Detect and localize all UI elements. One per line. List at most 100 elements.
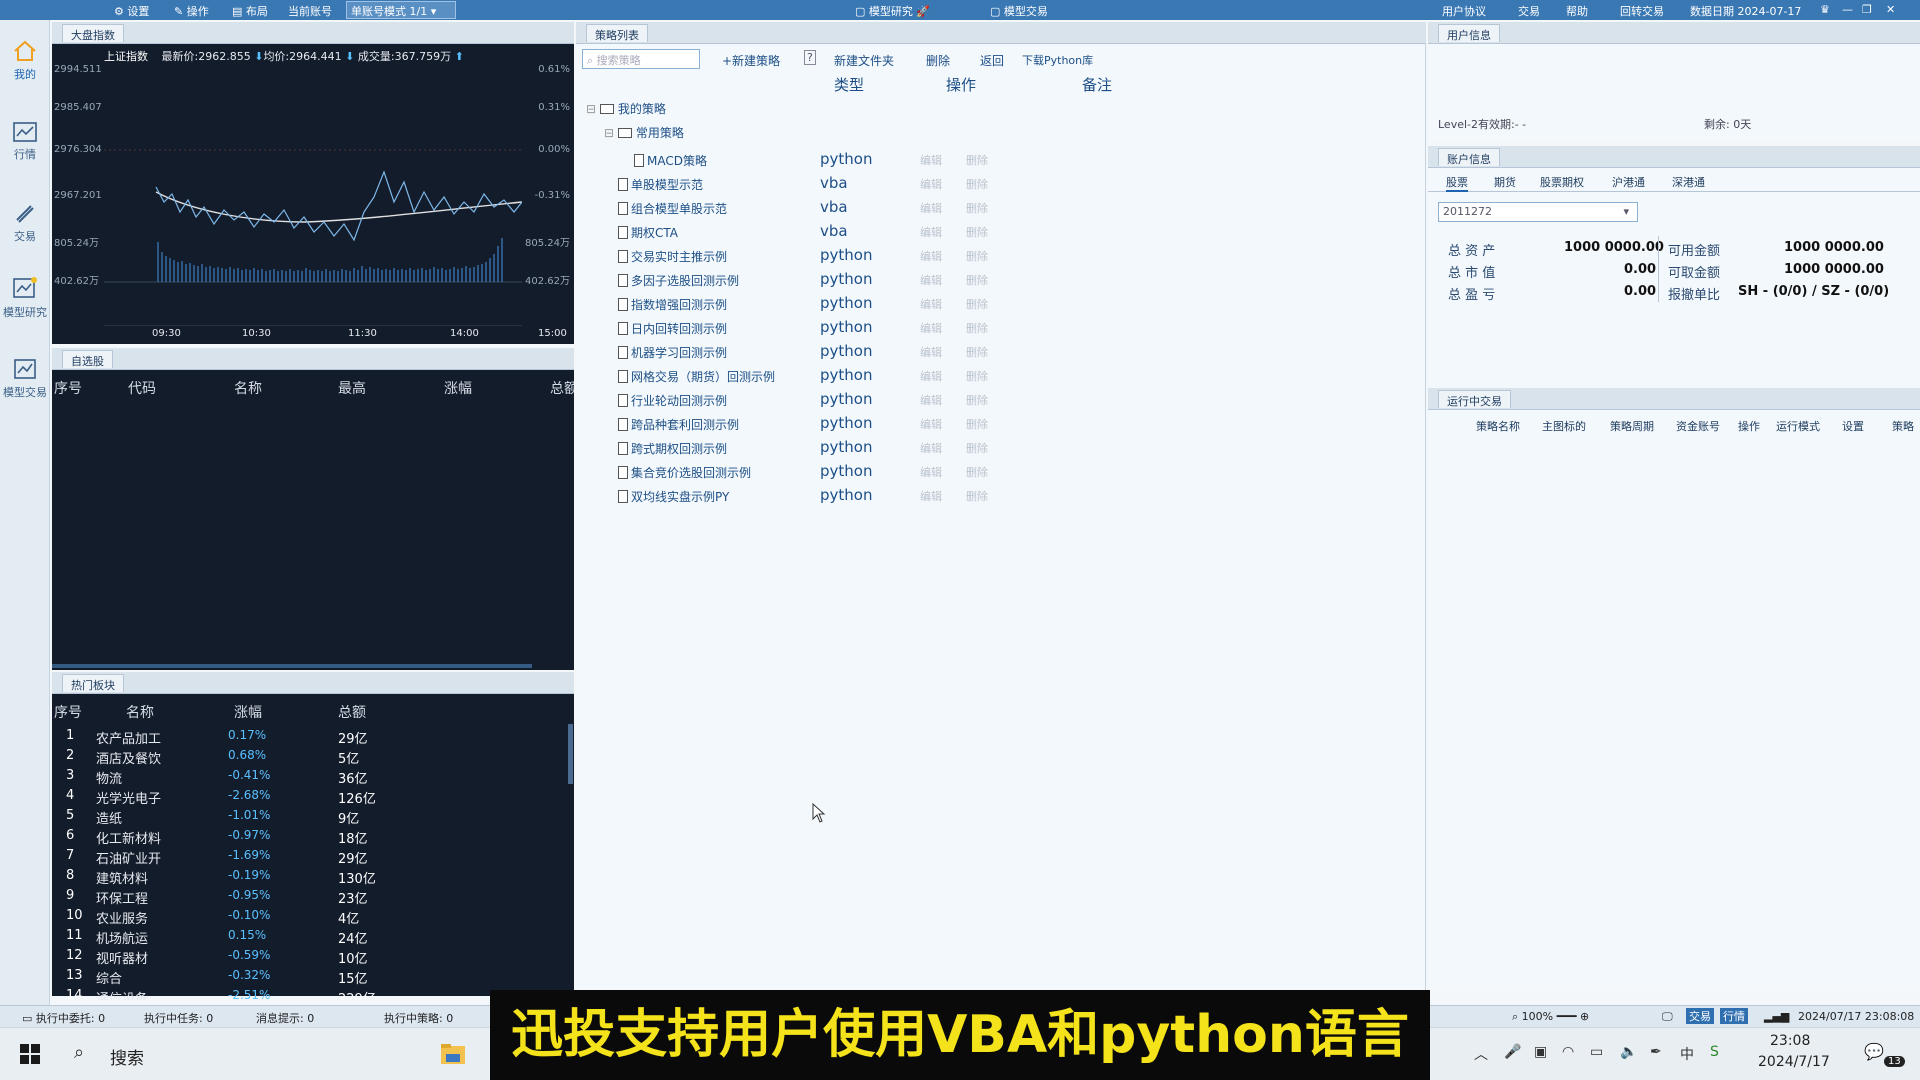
subtab-szhk[interactable]: 深港通 [1672, 174, 1705, 190]
hot-sector-row[interactable]: 5 造纸 -1.01% 9亿 [52, 808, 572, 828]
strategy-item[interactable]: 交易实时主推示例 python 编辑 删除 [618, 244, 1058, 268]
delete-row-button[interactable]: 删除 [966, 248, 988, 264]
hot-sector-row[interactable]: 7 石油矿业开 -1.69% 29亿 [52, 848, 572, 868]
taskbar-search-icon[interactable]: ⌕ [74, 1042, 84, 1063]
download-python-button[interactable]: 下载Python库 [1022, 52, 1093, 68]
run-col-3[interactable]: 资金账号 [1676, 418, 1720, 434]
delete-row-button[interactable]: 删除 [966, 176, 988, 192]
new-strategy-button[interactable]: +新建策略 [722, 52, 780, 69]
wl-col-amt[interactable]: 总额 [550, 378, 574, 398]
run-col-1[interactable]: 主图标的 [1542, 418, 1586, 434]
hs-col-amt[interactable]: 总额 [338, 702, 366, 722]
run-col-6[interactable]: 设置 [1842, 418, 1864, 434]
account-info-tab[interactable]: 账户信息 [1438, 148, 1500, 166]
nav-model-trading[interactable]: 模型交易 [0, 358, 50, 400]
strategy-search-input[interactable]: ⌕ 搜索策略 [582, 49, 700, 69]
run-col-0[interactable]: 策略名称 [1476, 418, 1520, 434]
tree-root[interactable]: ⊟ 我的策略 [586, 100, 666, 117]
delete-row-button[interactable]: 删除 [966, 224, 988, 240]
strategy-item[interactable]: MACD策略 python 编辑 删除 [634, 148, 1074, 172]
trade-status-button[interactable]: 交易 [1686, 1008, 1714, 1024]
hot-sectors-tab[interactable]: 热门板块 [62, 674, 124, 692]
user-info-tab[interactable]: 用户信息 [1438, 24, 1500, 42]
strategy-item[interactable]: 行业轮动回测示例 python 编辑 删除 [618, 388, 1058, 412]
delete-row-button[interactable]: 删除 [966, 368, 988, 384]
close-icon[interactable]: ✕ [1886, 3, 1895, 16]
wl-col-code[interactable]: 代码 [128, 378, 156, 398]
zoom-level[interactable]: ⌕ 100% ━━━ ⊕ [1512, 1010, 1589, 1024]
subtab-futures[interactable]: 期货 [1494, 174, 1516, 190]
strategy-item[interactable]: 期权CTA vba 编辑 删除 [618, 220, 1058, 244]
strategy-item[interactable]: 单股模型示范 vba 编辑 删除 [618, 172, 1058, 196]
skin-icon[interactable]: ♛ [1820, 3, 1830, 16]
delete-row-button[interactable]: 删除 [966, 392, 988, 408]
edit-button[interactable]: 编辑 [920, 224, 942, 240]
strategy-item[interactable]: 网格交易（期货）回测示例 python 编辑 删除 [618, 364, 1058, 388]
strategy-item[interactable]: 跨品种套利回测示例 python 编辑 删除 [618, 412, 1058, 436]
edit-button[interactable]: 编辑 [920, 152, 942, 168]
nav-quote[interactable]: 行情 [0, 122, 50, 162]
windows-start-icon[interactable] [20, 1044, 40, 1064]
quote-status-button[interactable]: 行情 [1720, 1008, 1748, 1024]
hot-sector-row[interactable]: 10 农业服务 -0.10% 4亿 [52, 908, 572, 928]
strategy-item[interactable]: 指数增强回测示例 python 编辑 删除 [618, 292, 1058, 316]
minimize-icon[interactable]: — [1842, 3, 1853, 16]
taskbar-date[interactable]: 2024/7/17 [1758, 1054, 1830, 1070]
wl-col-name[interactable]: 名称 [234, 378, 262, 398]
edit-button[interactable]: 编辑 [920, 440, 942, 456]
hot-sector-row[interactable]: 12 视听器材 -0.59% 10亿 [52, 948, 572, 968]
hs-col-idx[interactable]: 序号 [54, 702, 82, 722]
edit-button[interactable]: 编辑 [920, 248, 942, 264]
tray-app-icon[interactable]: ▣ [1534, 1044, 1547, 1060]
edit-button[interactable]: 编辑 [920, 392, 942, 408]
taskbar-search[interactable]: 搜索 [110, 1044, 144, 1069]
wl-col-high[interactable]: 最高 [338, 378, 366, 398]
hot-sector-row[interactable]: 6 化工新材料 -0.97% 18亿 [52, 828, 572, 848]
run-col-5[interactable]: 运行模式 [1776, 418, 1820, 434]
security-icon[interactable]: S [1710, 1044, 1719, 1060]
back-button[interactable]: 返回 [980, 52, 1004, 69]
edit-button[interactable]: 编辑 [920, 296, 942, 312]
subtab-stock[interactable]: 股票 [1446, 174, 1468, 192]
hot-sector-row[interactable]: 3 物流 -0.41% 36亿 [52, 768, 572, 788]
edit-button[interactable]: 编辑 [920, 344, 942, 360]
strategy-item[interactable]: 组合模型单股示范 vba 编辑 删除 [618, 196, 1058, 220]
watchlist-tab[interactable]: 自选股 [62, 350, 113, 368]
edit-button[interactable]: 编辑 [920, 200, 942, 216]
edit-button[interactable]: 编辑 [920, 176, 942, 192]
strategy-item[interactable]: 机器学习回测示例 python 编辑 删除 [618, 340, 1058, 364]
operate-menu[interactable]: ✎ 操作 [174, 3, 209, 19]
hot-sector-row[interactable]: 9 环保工程 -0.95% 23亿 [52, 888, 572, 908]
mic-icon[interactable]: 🎤 [1504, 1044, 1521, 1060]
nav-mine[interactable]: 我的 [0, 40, 50, 82]
nav-model-research[interactable]: 模型研究 [0, 276, 50, 320]
strategy-item[interactable]: 多因子选股回测示例 python 编辑 删除 [618, 268, 1058, 292]
monitor-icon[interactable]: 🖵 [1662, 1010, 1673, 1024]
taskbar-time[interactable]: 23:08 [1770, 1033, 1810, 1049]
edit-button[interactable]: 编辑 [920, 464, 942, 480]
pen-tray-icon[interactable]: ✒ [1650, 1044, 1662, 1060]
delete-row-button[interactable]: 删除 [966, 344, 988, 360]
delete-row-button[interactable]: 删除 [966, 296, 988, 312]
strategy-item[interactable]: 跨式期权回测示例 python 编辑 删除 [618, 436, 1058, 460]
layout-menu[interactable]: ▤ 布局 [232, 3, 268, 19]
hot-sector-row[interactable]: 13 综合 -0.32% 15亿 [52, 968, 572, 988]
trade-menu[interactable]: 交易 [1518, 3, 1540, 19]
edit-button[interactable]: 编辑 [920, 416, 942, 432]
nav-trade[interactable]: 交易 [0, 202, 50, 244]
battery-icon[interactable]: ▭ [1590, 1044, 1603, 1060]
notification-icon[interactable]: 💬 [1864, 1042, 1884, 1061]
delete-button[interactable]: 删除 [926, 52, 950, 69]
file-explorer-icon[interactable] [440, 1042, 466, 1066]
wl-scrollbar[interactable] [52, 664, 532, 668]
volume-icon[interactable]: 🔈 [1620, 1044, 1637, 1060]
help-icon[interactable]: ? [804, 50, 816, 65]
strategy-item[interactable]: 集合竞价选股回测示例 python 编辑 删除 [618, 460, 1058, 484]
delete-row-button[interactable]: 删除 [966, 416, 988, 432]
run-col-4[interactable]: 操作 [1738, 418, 1760, 434]
help-menu[interactable]: 帮助 [1566, 3, 1588, 19]
edit-button[interactable]: 编辑 [920, 488, 942, 504]
hot-sector-row[interactable]: 11 机场航运 0.15% 24亿 [52, 928, 572, 948]
delete-row-button[interactable]: 删除 [966, 320, 988, 336]
ime-icon[interactable]: 中 [1680, 1044, 1694, 1064]
